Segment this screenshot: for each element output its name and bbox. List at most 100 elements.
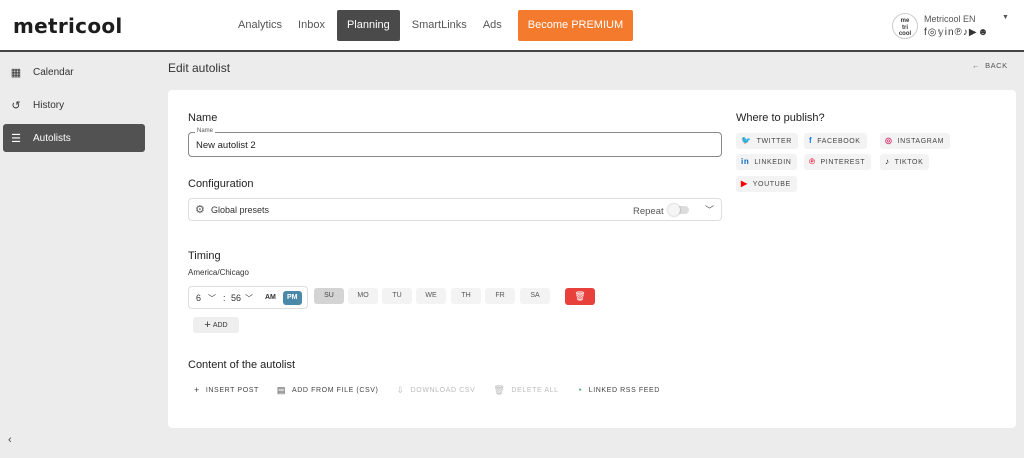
day-monday[interactable]: MO [348, 288, 378, 304]
network-label: FACEBOOK [817, 138, 861, 145]
youtube-icon: ▶ [741, 179, 748, 188]
sidebar-item-autolists[interactable]: ☰ Autolists [3, 124, 145, 152]
become-premium-button[interactable]: Become PREMIUM [517, 10, 634, 41]
back-button[interactable]: ← BACK [972, 61, 1008, 70]
delete-time-button[interactable]: 🗑 [565, 288, 595, 305]
account-switcher[interactable]: me tri cool Metricool EN ▼ f◎𝕪in℗♪▶☻ [892, 12, 1017, 42]
nav-planning[interactable]: Planning [336, 10, 400, 41]
timezone-label: America/Chicago [188, 268, 249, 277]
autolist-card: Name Name New autolist 2 Configuration ⚙… [168, 90, 1016, 428]
nav-inbox[interactable]: Inbox [290, 10, 333, 41]
timing-section-title: Timing [188, 250, 221, 262]
day-saturday[interactable]: SA [520, 288, 550, 304]
pinterest-icon: ℗ [809, 157, 816, 166]
linkedin-icon: in [741, 157, 750, 166]
publish-section-title: Where to publish? [736, 112, 825, 124]
day-wednesday[interactable]: WE [416, 288, 446, 304]
network-label: TWITTER [756, 138, 792, 145]
action-label: DELETE ALL [511, 386, 559, 394]
plus-icon: + [204, 319, 211, 331]
insert-post-button[interactable]: + INSERT POST [194, 385, 259, 395]
collapse-sidebar-icon[interactable]: ‹ [8, 434, 12, 446]
download-csv-button[interactable]: ⇩ DOWNLOAD CSV [396, 385, 475, 396]
list-icon: ☰ [11, 132, 21, 145]
content-section-title: Content of the autolist [188, 359, 296, 371]
configuration-dropdown[interactable]: ⚙ Global presets Repeat ﹀ [188, 198, 722, 221]
nav-analytics[interactable]: Analytics [230, 10, 290, 41]
add-from-file-button[interactable]: ▤ ADD FROM FILE (CSV) [277, 385, 379, 396]
time-picker: 6 ﹀ : 56 ﹀ AM PM [188, 286, 308, 309]
calendar-icon: ▦ [10, 66, 22, 79]
sidebar-item-calendar[interactable]: ▦ Calendar [3, 58, 145, 86]
config-preset-label: Global presets [211, 205, 270, 215]
arrow-left-icon: ← [972, 61, 980, 70]
action-label: INSERT POST [205, 386, 259, 394]
linked-rss-feed-button[interactable]: ◔ LINKED RSS FEED [577, 385, 660, 395]
tiktok-icon: ♪ [885, 157, 890, 166]
name-section-title: Name [188, 112, 218, 124]
chevron-down-icon[interactable]: ▼ [1002, 14, 1009, 21]
network-linkedin[interactable]: in LINKEDIN [736, 154, 798, 170]
content-actions: + INSERT POST ▤ ADD FROM FILE (CSV) ⇩ DOWNL… [194, 384, 678, 396]
network-label: LINKEDIN [754, 159, 792, 166]
sidebar-item-label: History [33, 99, 65, 111]
sidebar: ▦ Calendar ↺ History ☰ Autolists ‹ [0, 54, 150, 458]
main-nav: Analytics Inbox Planning SmartLinks Ads … [230, 10, 634, 41]
network-pinterest[interactable]: ℗ PINTEREST [804, 154, 872, 170]
repeat-label: Repeat [633, 206, 664, 217]
toggle-knob [668, 204, 680, 216]
social-network-icons: f◎𝕪in℗♪▶☻ [924, 27, 990, 38]
name-field-value: New autolist 2 [196, 140, 256, 151]
top-bar: metricool Analytics Inbox Planning Smart… [0, 0, 1024, 52]
facebook-icon: f [809, 136, 813, 145]
am-button[interactable]: AM [261, 291, 280, 305]
gear-icon: ⚙ [195, 204, 205, 216]
file-icon: ▤ [276, 384, 286, 395]
name-field-label: Name [195, 128, 216, 134]
logo[interactable]: metricool [13, 14, 123, 38]
configuration-section-title: Configuration [188, 178, 254, 190]
plus-icon: + [194, 385, 200, 395]
network-twitter[interactable]: 🐦 TWITTER [736, 133, 798, 149]
day-thursday[interactable]: TH [451, 288, 481, 304]
nav-ads[interactable]: Ads [475, 10, 510, 41]
network-instagram[interactable]: ◎ INSTAGRAM [880, 133, 951, 149]
repeat-toggle[interactable] [668, 204, 689, 216]
minute-select[interactable]: 56 [231, 293, 241, 303]
page-title: Edit autolist [168, 61, 231, 75]
day-tuesday[interactable]: TU [382, 288, 412, 304]
rss-icon: ◔ [576, 385, 583, 395]
network-label: YOUTUBE [752, 181, 791, 188]
network-tiktok[interactable]: ♪ TIKTOK [880, 154, 930, 170]
chevron-down-icon[interactable]: ﹀ [245, 293, 253, 304]
back-label: BACK [985, 61, 1008, 70]
sidebar-item-label: Autolists [33, 132, 71, 144]
sidebar-item-history[interactable]: ↺ History [3, 91, 145, 119]
chevron-down-icon[interactable]: ﹀ [208, 293, 216, 304]
pm-button[interactable]: PM [283, 291, 302, 305]
network-youtube[interactable]: ▶ YOUTUBE [736, 176, 797, 192]
account-name: Metricool EN [924, 14, 976, 24]
download-icon: ⇩ [396, 384, 405, 395]
action-label: ADD FROM FILE (CSV) [292, 386, 379, 394]
day-sunday[interactable]: SU [314, 288, 344, 304]
avatar: me tri cool [892, 13, 918, 39]
twitter-icon: 🐦 [741, 136, 752, 145]
day-friday[interactable]: FR [485, 288, 515, 304]
network-label: INSTAGRAM [897, 138, 945, 145]
trash-icon: 🗑 [574, 291, 586, 301]
add-label: ADD [212, 322, 228, 329]
time-separator: : [223, 293, 226, 303]
add-time-button[interactable]: + ADD [193, 317, 239, 333]
chevron-down-icon[interactable]: ﹀ [705, 203, 714, 216]
network-facebook[interactable]: f FACEBOOK [804, 133, 867, 149]
network-label: PINTEREST [820, 159, 866, 166]
hour-select[interactable]: 6 [196, 293, 201, 303]
nav-smartlinks[interactable]: SmartLinks [404, 10, 475, 41]
history-icon: ↺ [11, 99, 21, 112]
trash-icon: 🗑 [493, 384, 506, 395]
network-label: TIKTOK [894, 159, 924, 166]
name-field[interactable]: Name New autolist 2 [188, 128, 722, 157]
delete-all-button[interactable]: 🗑 DELETE ALL [493, 385, 558, 396]
sidebar-item-label: Calendar [33, 66, 74, 78]
